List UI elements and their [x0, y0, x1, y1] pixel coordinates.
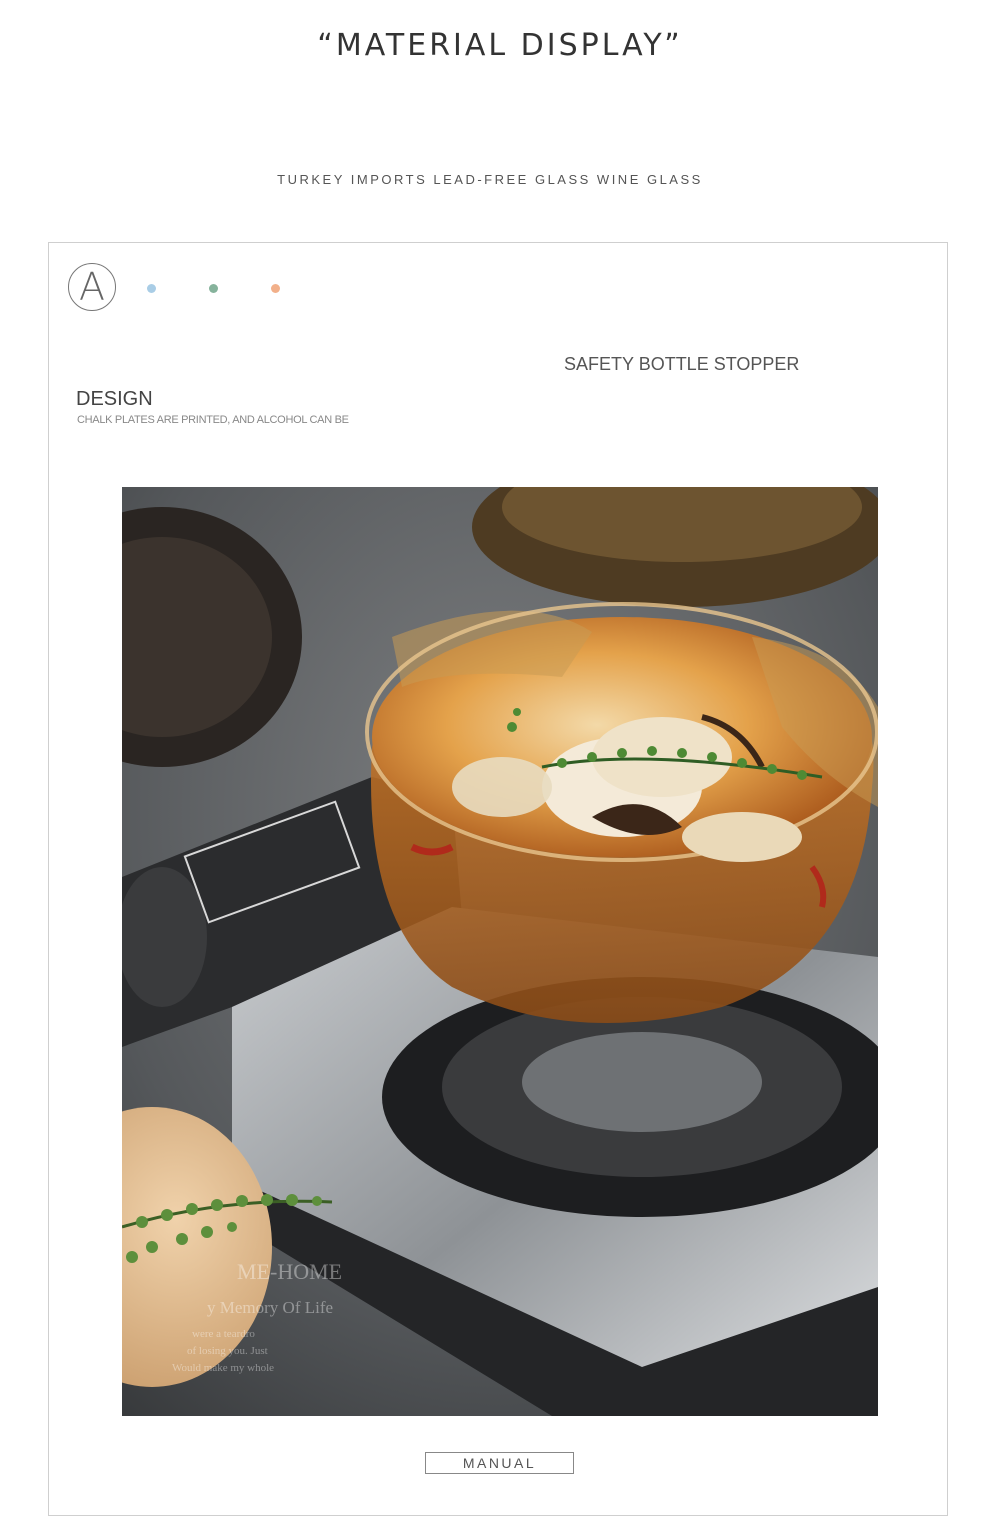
page-title: “MATERIAL DISPLAY” [317, 28, 683, 63]
color-dot-green[interactable] [209, 284, 218, 293]
watermark-line-1: ME-HOME [237, 1259, 342, 1284]
product-photo: ME-HOME y Memory Of Life were a teardro … [122, 487, 878, 1416]
manual-button[interactable]: MANUAL [425, 1452, 574, 1474]
glass-pot-soup-on-stove-photo: ME-HOME y Memory Of Life were a teardro … [122, 487, 878, 1416]
design-heading: DESIGN [76, 388, 153, 410]
watermark-line-4: of losing you. Just [187, 1345, 268, 1357]
color-dot-orange[interactable] [271, 284, 280, 293]
watermark-line-3: were a teardro [192, 1328, 255, 1340]
color-dot-blue[interactable] [147, 284, 156, 293]
watermark-line-2: y Memory Of Life [207, 1298, 333, 1317]
badge-letter: A [68, 263, 116, 311]
safety-label: SAFETY BOTTLE STOPPER [564, 354, 800, 374]
page-subtitle: TURKEY IMPORTS LEAD-FREE GLASS WINE GLAS… [277, 172, 703, 187]
watermark-line-5: Would make my whole [172, 1362, 274, 1374]
design-description: CHALK PLATES ARE PRINTED, AND ALCOHOL CA… [77, 414, 349, 426]
